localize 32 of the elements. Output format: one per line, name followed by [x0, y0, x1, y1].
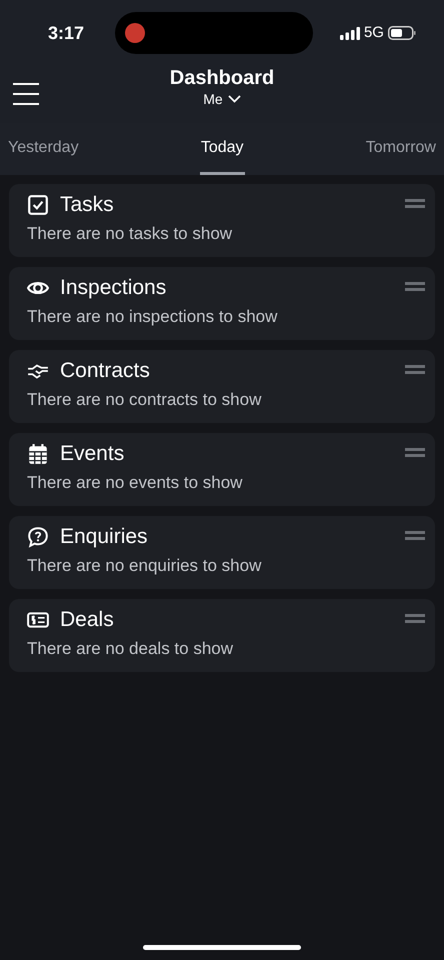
drag-handle-icon[interactable] [405, 199, 425, 208]
drag-handle-icon[interactable] [405, 448, 425, 457]
empty-message: There are no inspections to show [27, 306, 278, 328]
section-title: Events [60, 441, 124, 467]
empty-message: There are no events to show [27, 472, 244, 494]
checkbox-icon [27, 194, 49, 216]
page-title: Dashboard [170, 66, 274, 90]
signal-icon [340, 26, 360, 40]
chevron-down-icon [228, 95, 241, 103]
section-title: Enquiries [60, 524, 148, 550]
section-title: Tasks [60, 192, 114, 218]
empty-message: There are no contracts to show [27, 389, 262, 411]
network-label: 5G [364, 22, 384, 43]
empty-message: There are no enquiries to show [27, 555, 262, 577]
status-time: 3:17 [48, 22, 86, 44]
menu-icon[interactable] [13, 83, 39, 105]
question-bubble-icon [27, 526, 49, 548]
user-filter-dropdown[interactable]: Me [203, 90, 241, 108]
drag-handle-icon[interactable] [405, 282, 425, 291]
battery-icon [388, 26, 416, 40]
drag-handle-icon[interactable] [405, 614, 425, 623]
empty-message: There are no tasks to show [27, 223, 234, 245]
calendar-icon [27, 443, 49, 465]
day-tab[interactable]: Yesterday [8, 123, 79, 175]
day-tab[interactable]: Today [200, 123, 245, 175]
section-title: Contracts [60, 358, 150, 384]
day-tab[interactable]: Tomorrow [366, 123, 436, 175]
empty-message: There are no deals to show [27, 638, 234, 660]
drag-handle-icon[interactable] [405, 531, 425, 540]
section-title: Deals [60, 607, 114, 633]
drag-handle-icon[interactable] [405, 365, 425, 374]
section-title: Inspections [60, 275, 166, 301]
